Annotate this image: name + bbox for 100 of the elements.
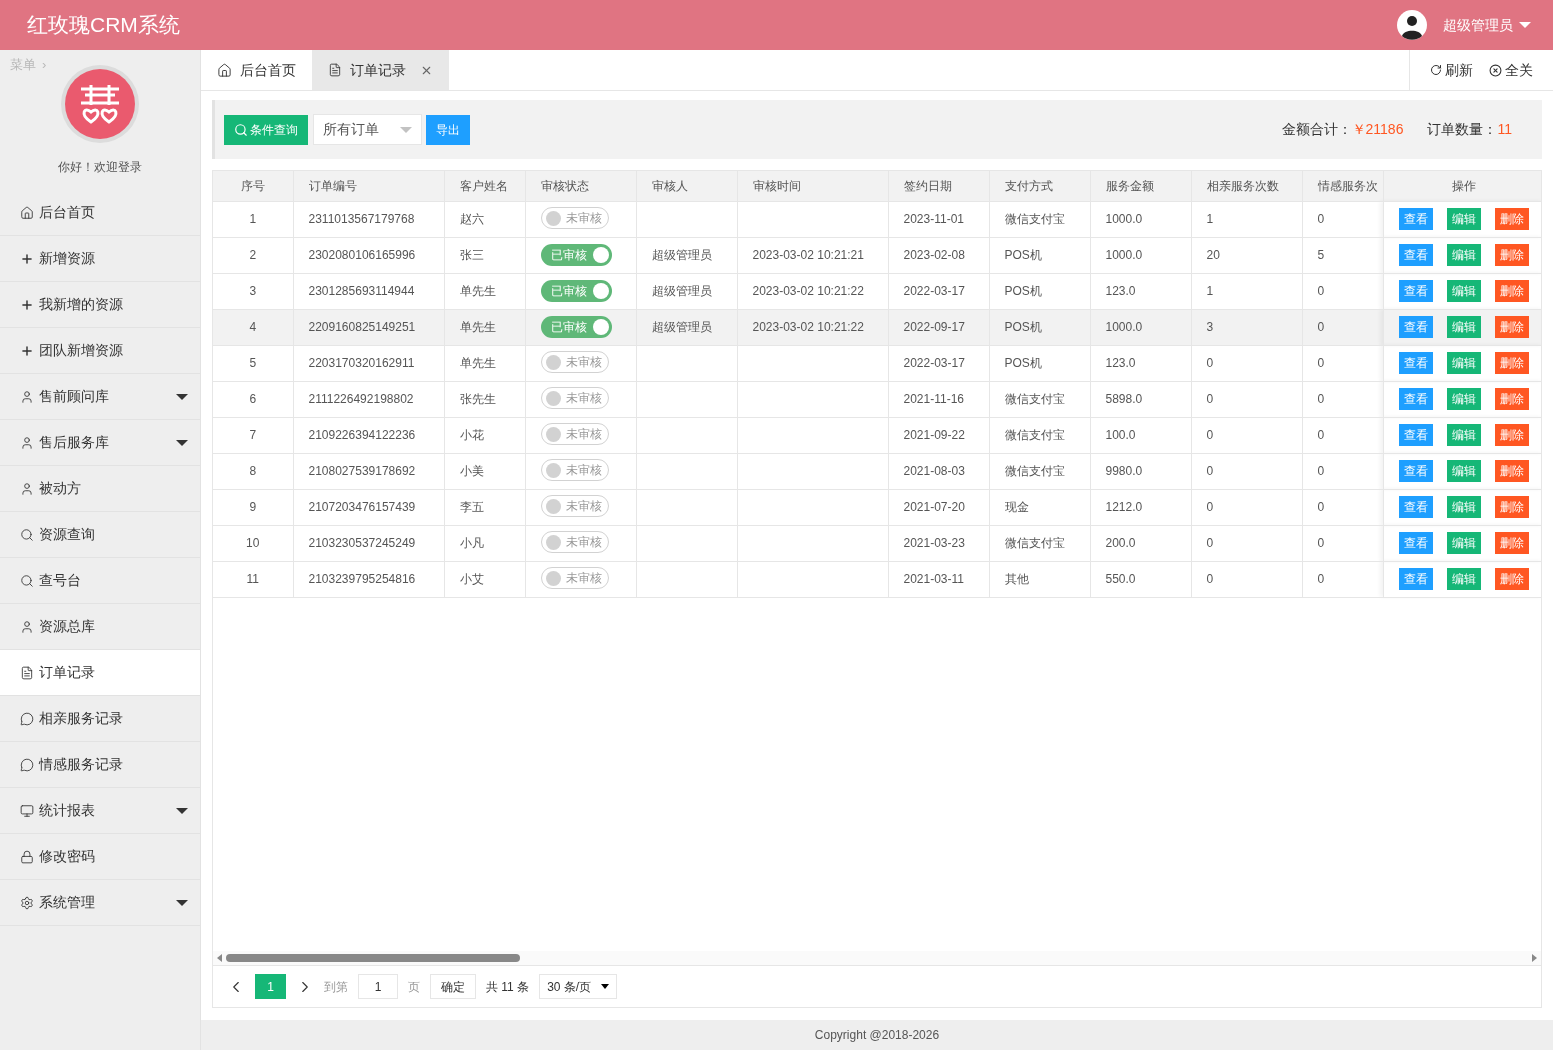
- delete-button[interactable]: 删除: [1494, 280, 1529, 302]
- edit-button[interactable]: 编辑: [1446, 460, 1481, 482]
- table-row[interactable]: 9 2107203476157439 李五 未审核 2021-07-20 现金 1212.0 0 0 查看 编辑 删除: [213, 489, 1541, 525]
- table-cell: 123.0: [1105, 356, 1136, 370]
- column-header: 序号: [213, 171, 293, 201]
- avatar-icon: [1397, 10, 1427, 40]
- view-button[interactable]: 查看: [1398, 244, 1433, 266]
- approval-switch[interactable]: 未审核: [540, 207, 609, 230]
- approval-switch[interactable]: 未审核: [540, 423, 609, 446]
- table-cell: 2107203476157439: [308, 500, 416, 514]
- approval-switch[interactable]: 未审核: [540, 531, 609, 554]
- sidebar-item[interactable]: 售后服务库: [0, 420, 200, 466]
- count-label: 订单数量：: [1427, 120, 1498, 139]
- table-cell: 0: [1206, 572, 1214, 586]
- column-header: 客户姓名: [444, 171, 525, 201]
- table-row[interactable]: 10 2103230537245249 小凡 未审核 2021-03-23 微信支付宝 200.0 0 0 查看 编辑 删除: [213, 525, 1541, 561]
- logo-icon: [61, 65, 139, 143]
- view-button[interactable]: 查看: [1398, 280, 1433, 302]
- view-button[interactable]: 查看: [1398, 568, 1433, 590]
- delete-button[interactable]: 删除: [1494, 208, 1529, 230]
- table-cell: 9980.0: [1105, 464, 1143, 478]
- column-header: 支付方式: [989, 171, 1090, 201]
- user-menu[interactable]: 超级管理员: [1443, 14, 1531, 36]
- sidebar-item[interactable]: 订单记录: [0, 650, 200, 696]
- delete-button[interactable]: 删除: [1494, 460, 1529, 482]
- sidebar-item[interactable]: 统计报表: [0, 788, 200, 834]
- sidebar-item[interactable]: 团队新增资源: [0, 328, 200, 374]
- export-button[interactable]: 导出: [426, 114, 470, 145]
- view-button[interactable]: 查看: [1398, 208, 1433, 230]
- table-cell: 超级管理员: [651, 284, 712, 298]
- close-all-button[interactable]: 全关: [1489, 59, 1533, 81]
- table-row[interactable]: 11 2103239795254816 小艾 未审核 2021-03-11 其他 550.0 0 0 查看 编辑 删除: [213, 561, 1541, 597]
- table-row[interactable]: 8 2108027539178692 小美 未审核 2021-08-03 微信支付宝 9980.0 0 0 查看 编辑 删除: [213, 453, 1541, 489]
- approval-switch[interactable]: 已审核: [540, 316, 612, 338]
- caret-icon: [176, 439, 188, 446]
- delete-button[interactable]: 删除: [1494, 424, 1529, 446]
- sidebar-item[interactable]: 情感服务记录: [0, 742, 200, 788]
- view-button[interactable]: 查看: [1398, 460, 1433, 482]
- sidebar-item[interactable]: 资源查询: [0, 512, 200, 558]
- sidebar-item[interactable]: 查号台: [0, 558, 200, 604]
- view-button[interactable]: 查看: [1398, 388, 1433, 410]
- sidebar-item[interactable]: 新增资源: [0, 236, 200, 282]
- approval-switch[interactable]: 已审核: [540, 280, 612, 302]
- view-button[interactable]: 查看: [1398, 532, 1433, 554]
- table-cell: 2209160825149251: [308, 320, 416, 334]
- approval-switch[interactable]: 未审核: [540, 387, 609, 410]
- table-row[interactable]: 1 2311013567179768 赵六 未审核 2023-11-01 微信支付宝 1000.0 1 0 查看 编辑 删除: [213, 201, 1541, 237]
- edit-button[interactable]: 编辑: [1446, 568, 1481, 590]
- horizontal-scrollbar[interactable]: [213, 951, 1541, 965]
- page-input[interactable]: 1: [358, 974, 398, 999]
- view-button[interactable]: 查看: [1398, 424, 1433, 446]
- view-button[interactable]: 查看: [1398, 316, 1433, 338]
- sidebar-item[interactable]: 相亲服务记录: [0, 696, 200, 742]
- approval-switch[interactable]: 未审核: [540, 351, 609, 374]
- edit-button[interactable]: 编辑: [1446, 280, 1481, 302]
- approval-switch[interactable]: 未审核: [540, 495, 609, 518]
- table-cell: 0: [1317, 536, 1325, 550]
- delete-button[interactable]: 删除: [1494, 532, 1529, 554]
- refresh-button[interactable]: 刷新: [1430, 59, 1473, 81]
- confirm-button[interactable]: 确定: [430, 974, 476, 999]
- sidebar-item[interactable]: 系统管理: [0, 880, 200, 926]
- sidebar-item[interactable]: 后台首页: [0, 190, 200, 236]
- view-button[interactable]: 查看: [1398, 352, 1433, 374]
- search-button[interactable]: 条件查询: [224, 114, 308, 145]
- page-tab[interactable]: 订单记录: [312, 50, 449, 90]
- table-cell: 其他: [1004, 572, 1029, 586]
- approval-switch[interactable]: 未审核: [540, 567, 609, 590]
- table-row[interactable]: 5 2203170320162911 单先生 未审核 2022-03-17 POS机 123.0 0 0 查看 编辑 删除: [213, 345, 1541, 381]
- edit-button[interactable]: 编辑: [1446, 208, 1481, 230]
- edit-button[interactable]: 编辑: [1446, 244, 1481, 266]
- delete-button[interactable]: 删除: [1494, 352, 1529, 374]
- table-row[interactable]: 7 2109226394122236 小花 未审核 2021-09-22 微信支付宝 100.0 0 0 查看 编辑 删除: [213, 417, 1541, 453]
- edit-button[interactable]: 编辑: [1446, 388, 1481, 410]
- delete-button[interactable]: 删除: [1494, 316, 1529, 338]
- welcome-text: 你好！欢迎登录: [58, 159, 142, 176]
- delete-button[interactable]: 删除: [1494, 388, 1529, 410]
- edit-button[interactable]: 编辑: [1446, 352, 1481, 374]
- page-size-select[interactable]: 30 条/页: [539, 974, 618, 999]
- page-number-button[interactable]: 1: [255, 974, 286, 999]
- sidebar-item[interactable]: 我新增的资源: [0, 282, 200, 328]
- sidebar-item[interactable]: 售前顾问库: [0, 374, 200, 420]
- table-row[interactable]: 2 2302080106165996 张三 已审核 超级管理员 2023-03-02 10:21:21 2023-02-08 POS机 1000.0 20 5 查看 编辑 删除: [213, 237, 1541, 273]
- table-row[interactable]: 3 2301285693114944 单先生 已审核 超级管理员 2023-03-02 10:21:22 2022-03-17 POS机 123.0 1 0 查看 编辑 删除: [213, 273, 1541, 309]
- table-row[interactable]: 4 2209160825149251 单先生 已审核 超级管理员 2023-03-02 10:21:22 2022-09-17 POS机 1000.0 3 0 查看 编辑 删除: [213, 309, 1541, 345]
- view-button[interactable]: 查看: [1398, 496, 1433, 518]
- edit-button[interactable]: 编辑: [1446, 424, 1481, 446]
- table-cell: 0: [1206, 500, 1214, 514]
- delete-button[interactable]: 删除: [1494, 568, 1529, 590]
- delete-button[interactable]: 删除: [1494, 244, 1529, 266]
- delete-button[interactable]: 删除: [1494, 496, 1529, 518]
- edit-button[interactable]: 编辑: [1446, 532, 1481, 554]
- approval-switch[interactable]: 已审核: [540, 244, 612, 266]
- edit-button[interactable]: 编辑: [1446, 316, 1481, 338]
- table-cell: 2023-03-02 10:21:21: [752, 248, 864, 262]
- approval-switch[interactable]: 未审核: [540, 459, 609, 482]
- order-filter-select[interactable]: 所有订单: [313, 114, 422, 145]
- edit-button[interactable]: 编辑: [1446, 496, 1481, 518]
- sidebar-item[interactable]: 被动方: [0, 466, 200, 512]
- table-row[interactable]: 6 2111226492198802 张先生 未审核 2021-11-16 微信支付宝 5898.0 0 0 查看 编辑 删除: [213, 381, 1541, 417]
- sidebar-item[interactable]: 修改密码: [0, 834, 200, 880]
